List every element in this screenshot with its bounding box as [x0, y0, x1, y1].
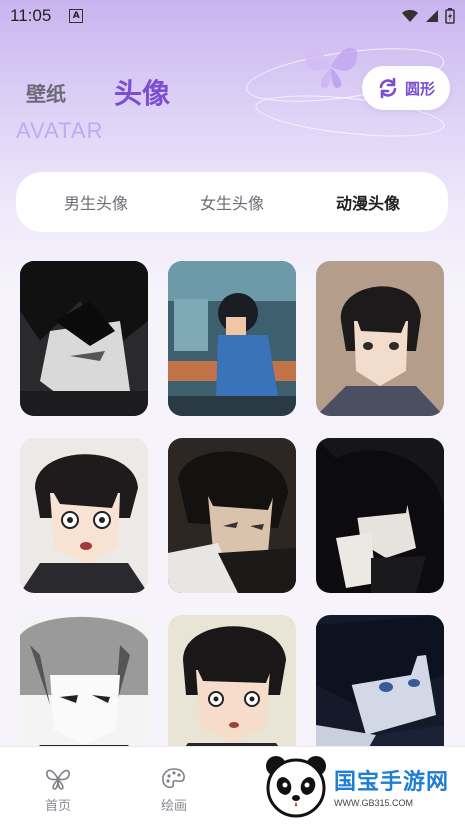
tab-female-avatar[interactable]: 女生头像: [200, 190, 264, 214]
butterfly-icon: [46, 769, 70, 790]
watermark: 国宝手游网 WWW.GB315.COM: [262, 748, 462, 824]
nav-home[interactable]: 首页: [0, 747, 116, 814]
anime-avatar-boy-at-computer-icon: [168, 261, 296, 416]
butterfly-decoration-icon: [304, 47, 358, 88]
watermark-title: 国宝手游网: [334, 770, 450, 795]
panda-logo-icon: [266, 756, 326, 818]
anime-avatar-surprised-boy-icon: [20, 438, 148, 593]
nav-home-label: 首页: [44, 799, 71, 814]
category-tabs: 男生头像 女生头像 动漫头像: [16, 172, 448, 232]
avatar-grid: [20, 261, 444, 770]
avatar-card[interactable]: [316, 438, 444, 593]
watermark-url: WWW.GB315.COM: [334, 798, 414, 808]
nav-drawing-label: 绘画: [160, 799, 187, 814]
shape-toggle-button[interactable]: 圆形: [362, 66, 450, 110]
status-time: 11:05: [10, 6, 52, 25]
status-bar: 11:05 A: [0, 0, 465, 32]
watermark-text: 国宝手游网 WWW.GB315.COM: [334, 764, 449, 808]
nav-drawing[interactable]: 绘画: [116, 747, 232, 814]
avatar-card[interactable]: [168, 261, 296, 416]
shape-toggle-label: 圆形: [404, 79, 435, 98]
battery-icon: [445, 8, 455, 24]
notification-icon: A: [69, 9, 84, 23]
signal-icon: [426, 10, 438, 22]
wifi-icon: [402, 10, 418, 22]
header-background: [0, 0, 465, 300]
anime-avatar-dark-glasses-icon: [20, 261, 148, 416]
page-subtitle: AVATAR: [16, 118, 104, 143]
tab-wallpaper[interactable]: 壁纸: [26, 78, 66, 107]
tab-anime-avatar[interactable]: 动漫头像: [336, 190, 400, 214]
avatar-card[interactable]: [316, 261, 444, 416]
status-icons: [401, 8, 455, 24]
anime-avatar-boy-smirk-icon: [168, 438, 296, 593]
anime-avatar-boy-beige-icon: [316, 261, 444, 416]
avatar-card[interactable]: [20, 438, 148, 593]
refresh-icon: [379, 77, 397, 99]
tab-male-avatar[interactable]: 男生头像: [64, 190, 128, 214]
avatar-card[interactable]: [20, 261, 148, 416]
tab-avatar[interactable]: 头像: [114, 72, 170, 112]
anime-avatar-dark-hand-icon: [316, 438, 444, 593]
avatar-card[interactable]: [168, 438, 296, 593]
palette-icon: [162, 768, 185, 789]
